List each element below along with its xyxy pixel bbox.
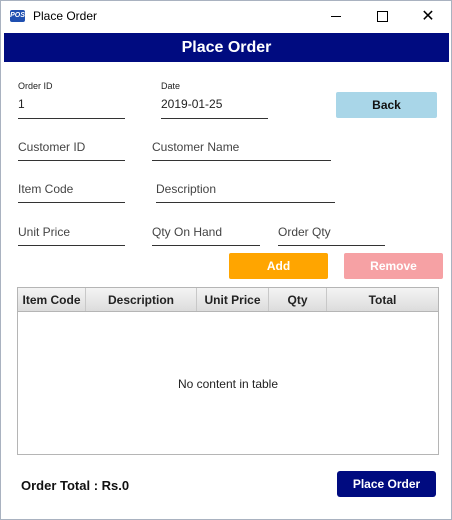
table-empty-message: No content in table — [177, 377, 279, 391]
customer-name-underline — [152, 160, 331, 161]
maximize-icon — [376, 11, 388, 22]
title-bar: POS Place Order ✕ — [1, 1, 451, 32]
close-button[interactable]: ✕ — [405, 1, 451, 32]
app-icon: POS — [10, 10, 25, 22]
date-field[interactable]: 2019-01-25 — [161, 97, 222, 111]
item-code-underline — [18, 202, 125, 203]
table-header: Item Code Description Unit Price Qty Tot… — [18, 288, 438, 312]
unit-price-underline — [18, 245, 125, 246]
place-order-button[interactable]: Place Order — [337, 471, 436, 497]
add-button[interactable]: Add — [229, 253, 328, 279]
date-label: Date — [161, 81, 181, 91]
customer-name-field[interactable]: Customer Name — [152, 140, 239, 154]
order-id-underline — [18, 118, 125, 119]
maximize-button[interactable] — [359, 1, 405, 32]
place-order-window: POS Place Order ✕ Place Order Order ID 1… — [0, 0, 452, 520]
order-id-field[interactable]: 1 — [18, 97, 25, 111]
column-header-unit-price[interactable]: Unit Price — [197, 288, 269, 311]
item-code-field[interactable]: Item Code — [18, 182, 73, 196]
column-header-qty[interactable]: Qty — [269, 288, 327, 311]
qty-on-hand-field[interactable]: Qty On Hand — [152, 225, 222, 239]
order-items-table[interactable]: Item Code Description Unit Price Qty Tot… — [17, 287, 439, 455]
description-underline — [156, 202, 335, 203]
header-banner: Place Order — [4, 33, 449, 62]
remove-button[interactable]: Remove — [344, 253, 443, 279]
column-header-description[interactable]: Description — [86, 288, 197, 311]
window-title: Place Order — [33, 9, 98, 23]
qty-on-hand-underline — [152, 245, 260, 246]
column-header-total[interactable]: Total — [327, 288, 438, 311]
minimize-button[interactable] — [313, 1, 359, 32]
page-title: Place Order — [181, 38, 272, 56]
unit-price-field[interactable]: Unit Price — [18, 225, 70, 239]
close-icon: ✕ — [421, 7, 435, 25]
date-underline — [161, 118, 268, 119]
minimize-icon — [331, 16, 341, 17]
description-field[interactable]: Description — [156, 182, 216, 196]
order-id-label: Order ID — [18, 81, 53, 91]
order-total-label: Order Total : Rs.0 — [21, 478, 130, 493]
back-button[interactable]: Back — [336, 92, 437, 118]
order-qty-field[interactable]: Order Qty — [278, 225, 331, 239]
customer-id-underline — [18, 160, 125, 161]
order-qty-underline — [278, 245, 385, 246]
customer-id-field[interactable]: Customer ID — [18, 140, 85, 154]
column-header-item-code[interactable]: Item Code — [18, 288, 86, 311]
